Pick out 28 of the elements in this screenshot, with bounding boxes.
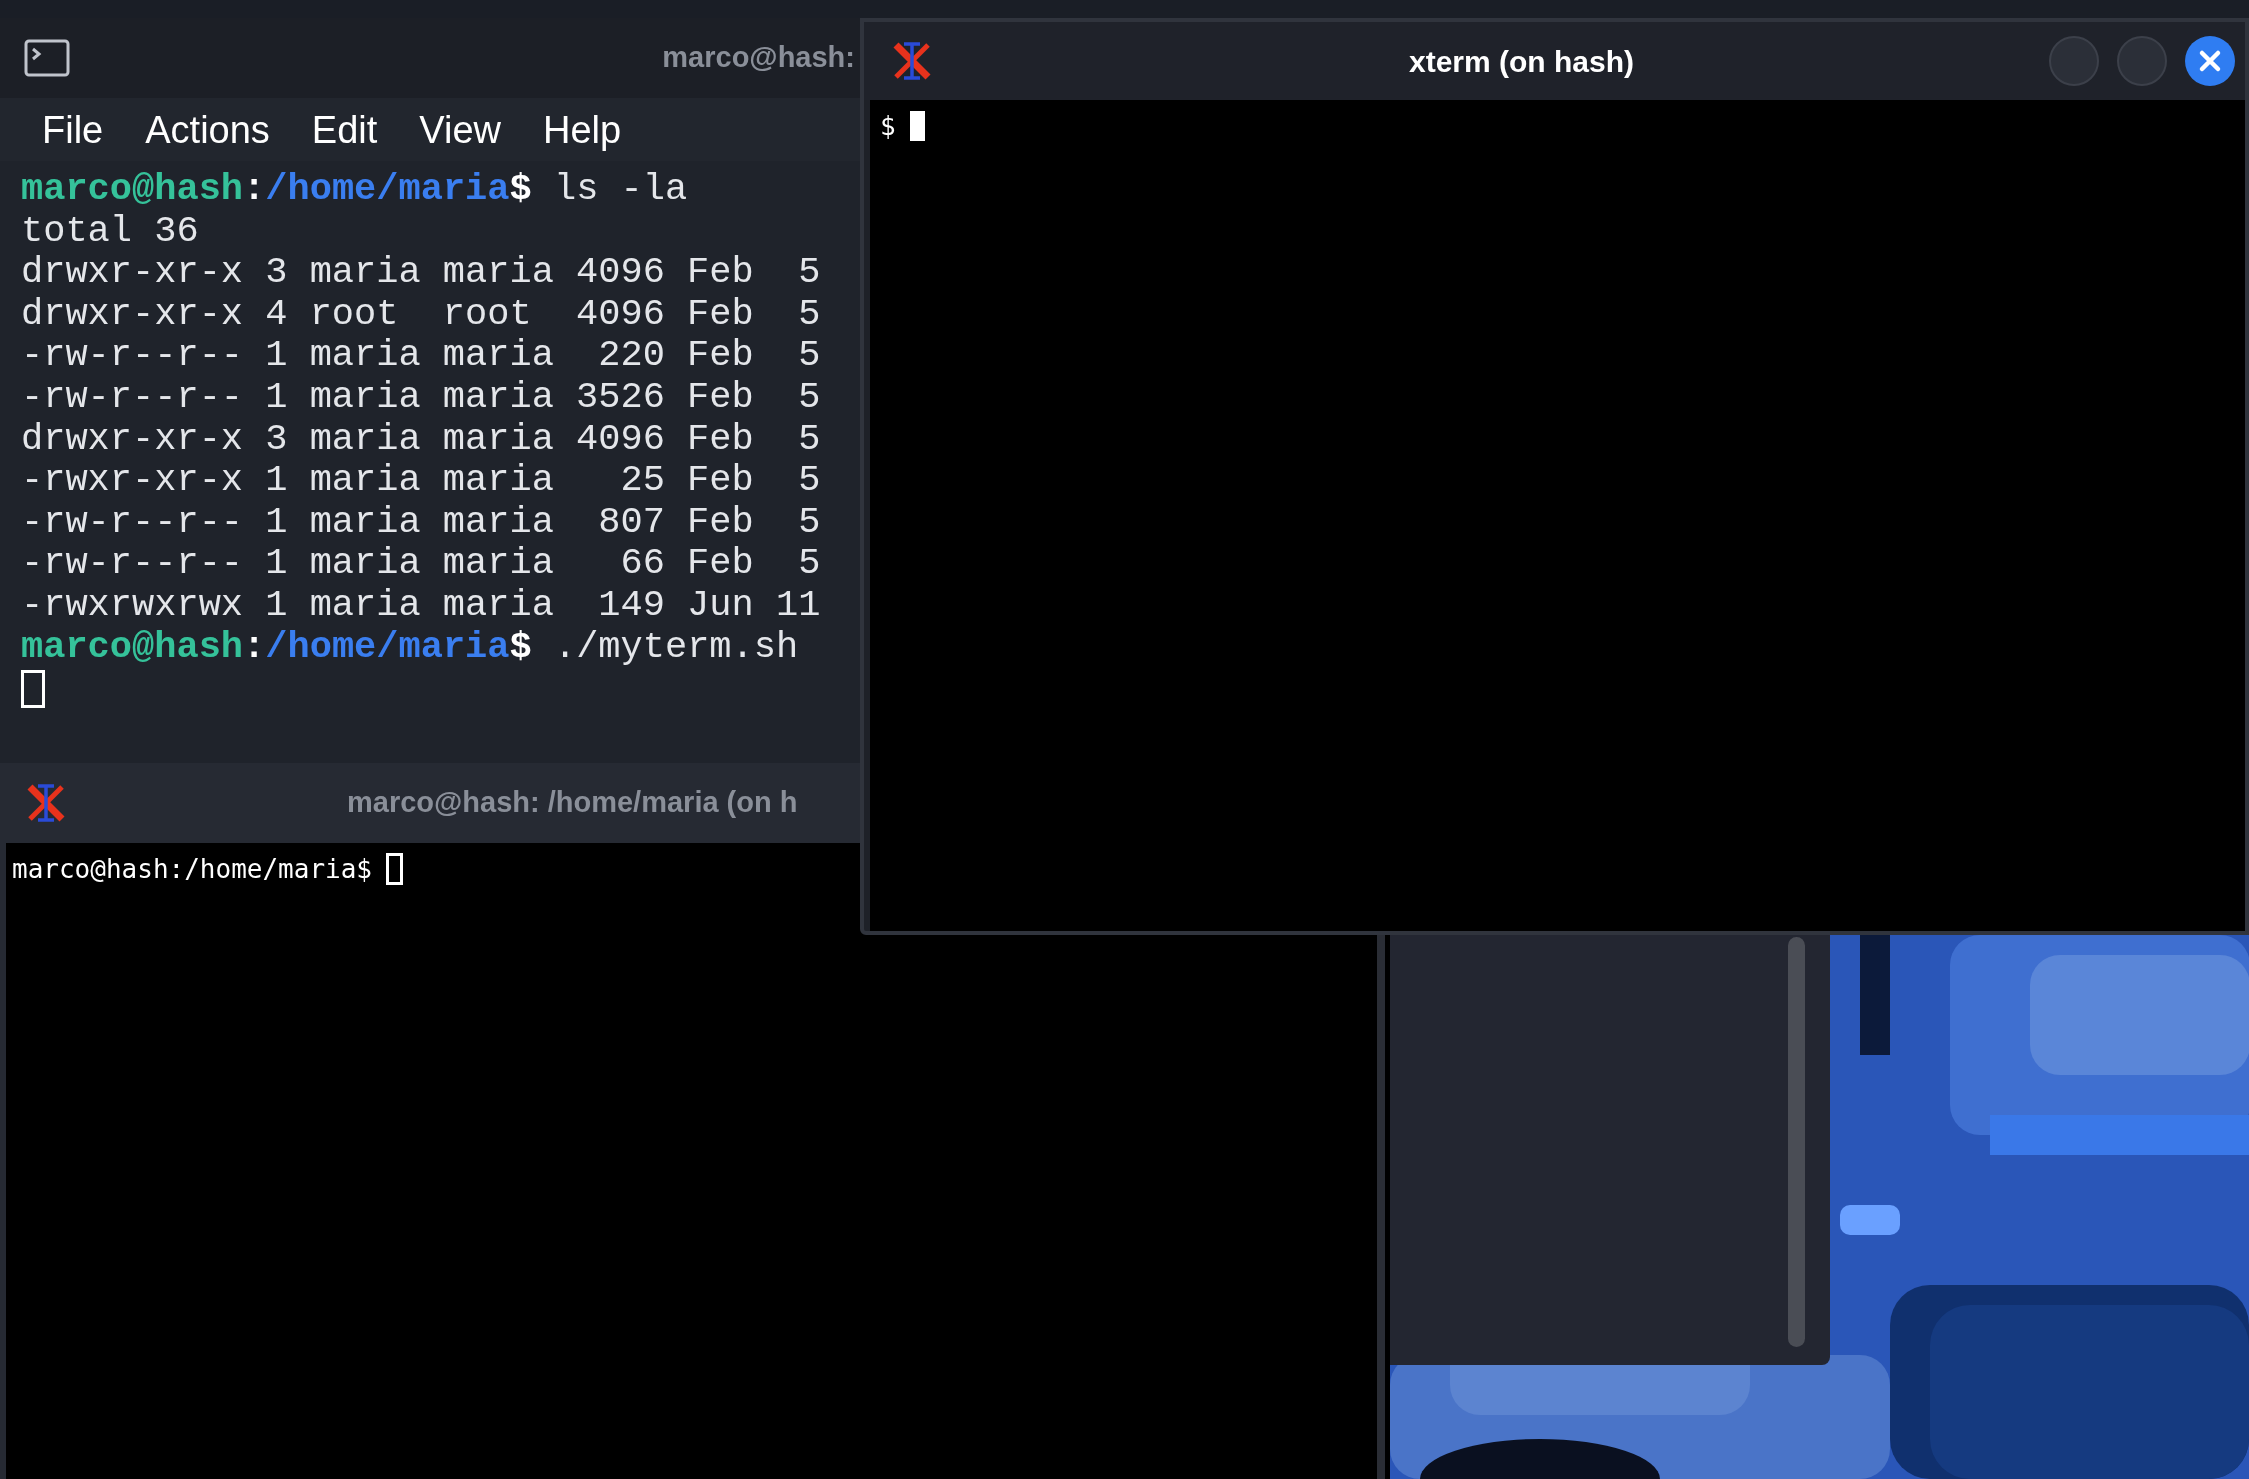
output-line: -rwxrwxrwx 1 maria maria 149 Jun 11	[21, 584, 821, 627]
window-title: xterm (on hash)	[1408, 43, 1635, 80]
prompt-line: marco@hash:/home/maria$	[12, 852, 373, 886]
output-line: -rwxr-xr-x 1 maria maria 25 Feb 5	[21, 460, 821, 502]
close-button[interactable]	[2185, 36, 2235, 86]
close-icon	[2198, 49, 2222, 73]
minimize-button[interactable]	[2049, 36, 2099, 86]
output-line: drwxr-xr-x 4 root root 4096 Feb 5	[21, 293, 821, 336]
scrollbar[interactable]	[1788, 937, 1805, 1347]
terminal-icon[interactable]	[24, 39, 70, 77]
output-line: -rw-r--r-- 1 maria maria 220 Feb 5	[21, 335, 821, 377]
menu-item[interactable]: Actions	[125, 105, 290, 154]
menu-item[interactable]: View	[399, 105, 522, 154]
prompt-line: marco@hash:/home/maria$ ./myterm.sh	[21, 626, 799, 669]
window-title: marco@hash: /home/maria (on h	[347, 785, 798, 821]
output-line: drwxr-xr-x 3 maria maria 4096 Feb 5	[21, 418, 821, 461]
output-line: drwxr-xr-x 3 maria maria 4096 Feb 5	[21, 252, 821, 294]
prompt-line: marco@hash:/home/maria$ ls -la	[21, 169, 688, 211]
window-title: marco@hash:	[662, 40, 855, 76]
output-line: -rw-r--r-- 1 maria maria 807 Feb 5	[21, 501, 821, 544]
menu-item[interactable]: Edit	[291, 105, 398, 154]
prompt-line: $	[880, 109, 896, 143]
output-line: total 36	[21, 210, 199, 253]
menu-item[interactable]: File	[22, 105, 124, 154]
output-line: -rw-r--r-- 1 maria maria 3526 Feb 5	[21, 376, 821, 419]
menu-item[interactable]: Help	[523, 105, 642, 154]
output-line: -rw-r--r-- 1 maria maria 66 Feb 5	[21, 543, 821, 585]
maximize-button[interactable]	[2117, 36, 2167, 86]
